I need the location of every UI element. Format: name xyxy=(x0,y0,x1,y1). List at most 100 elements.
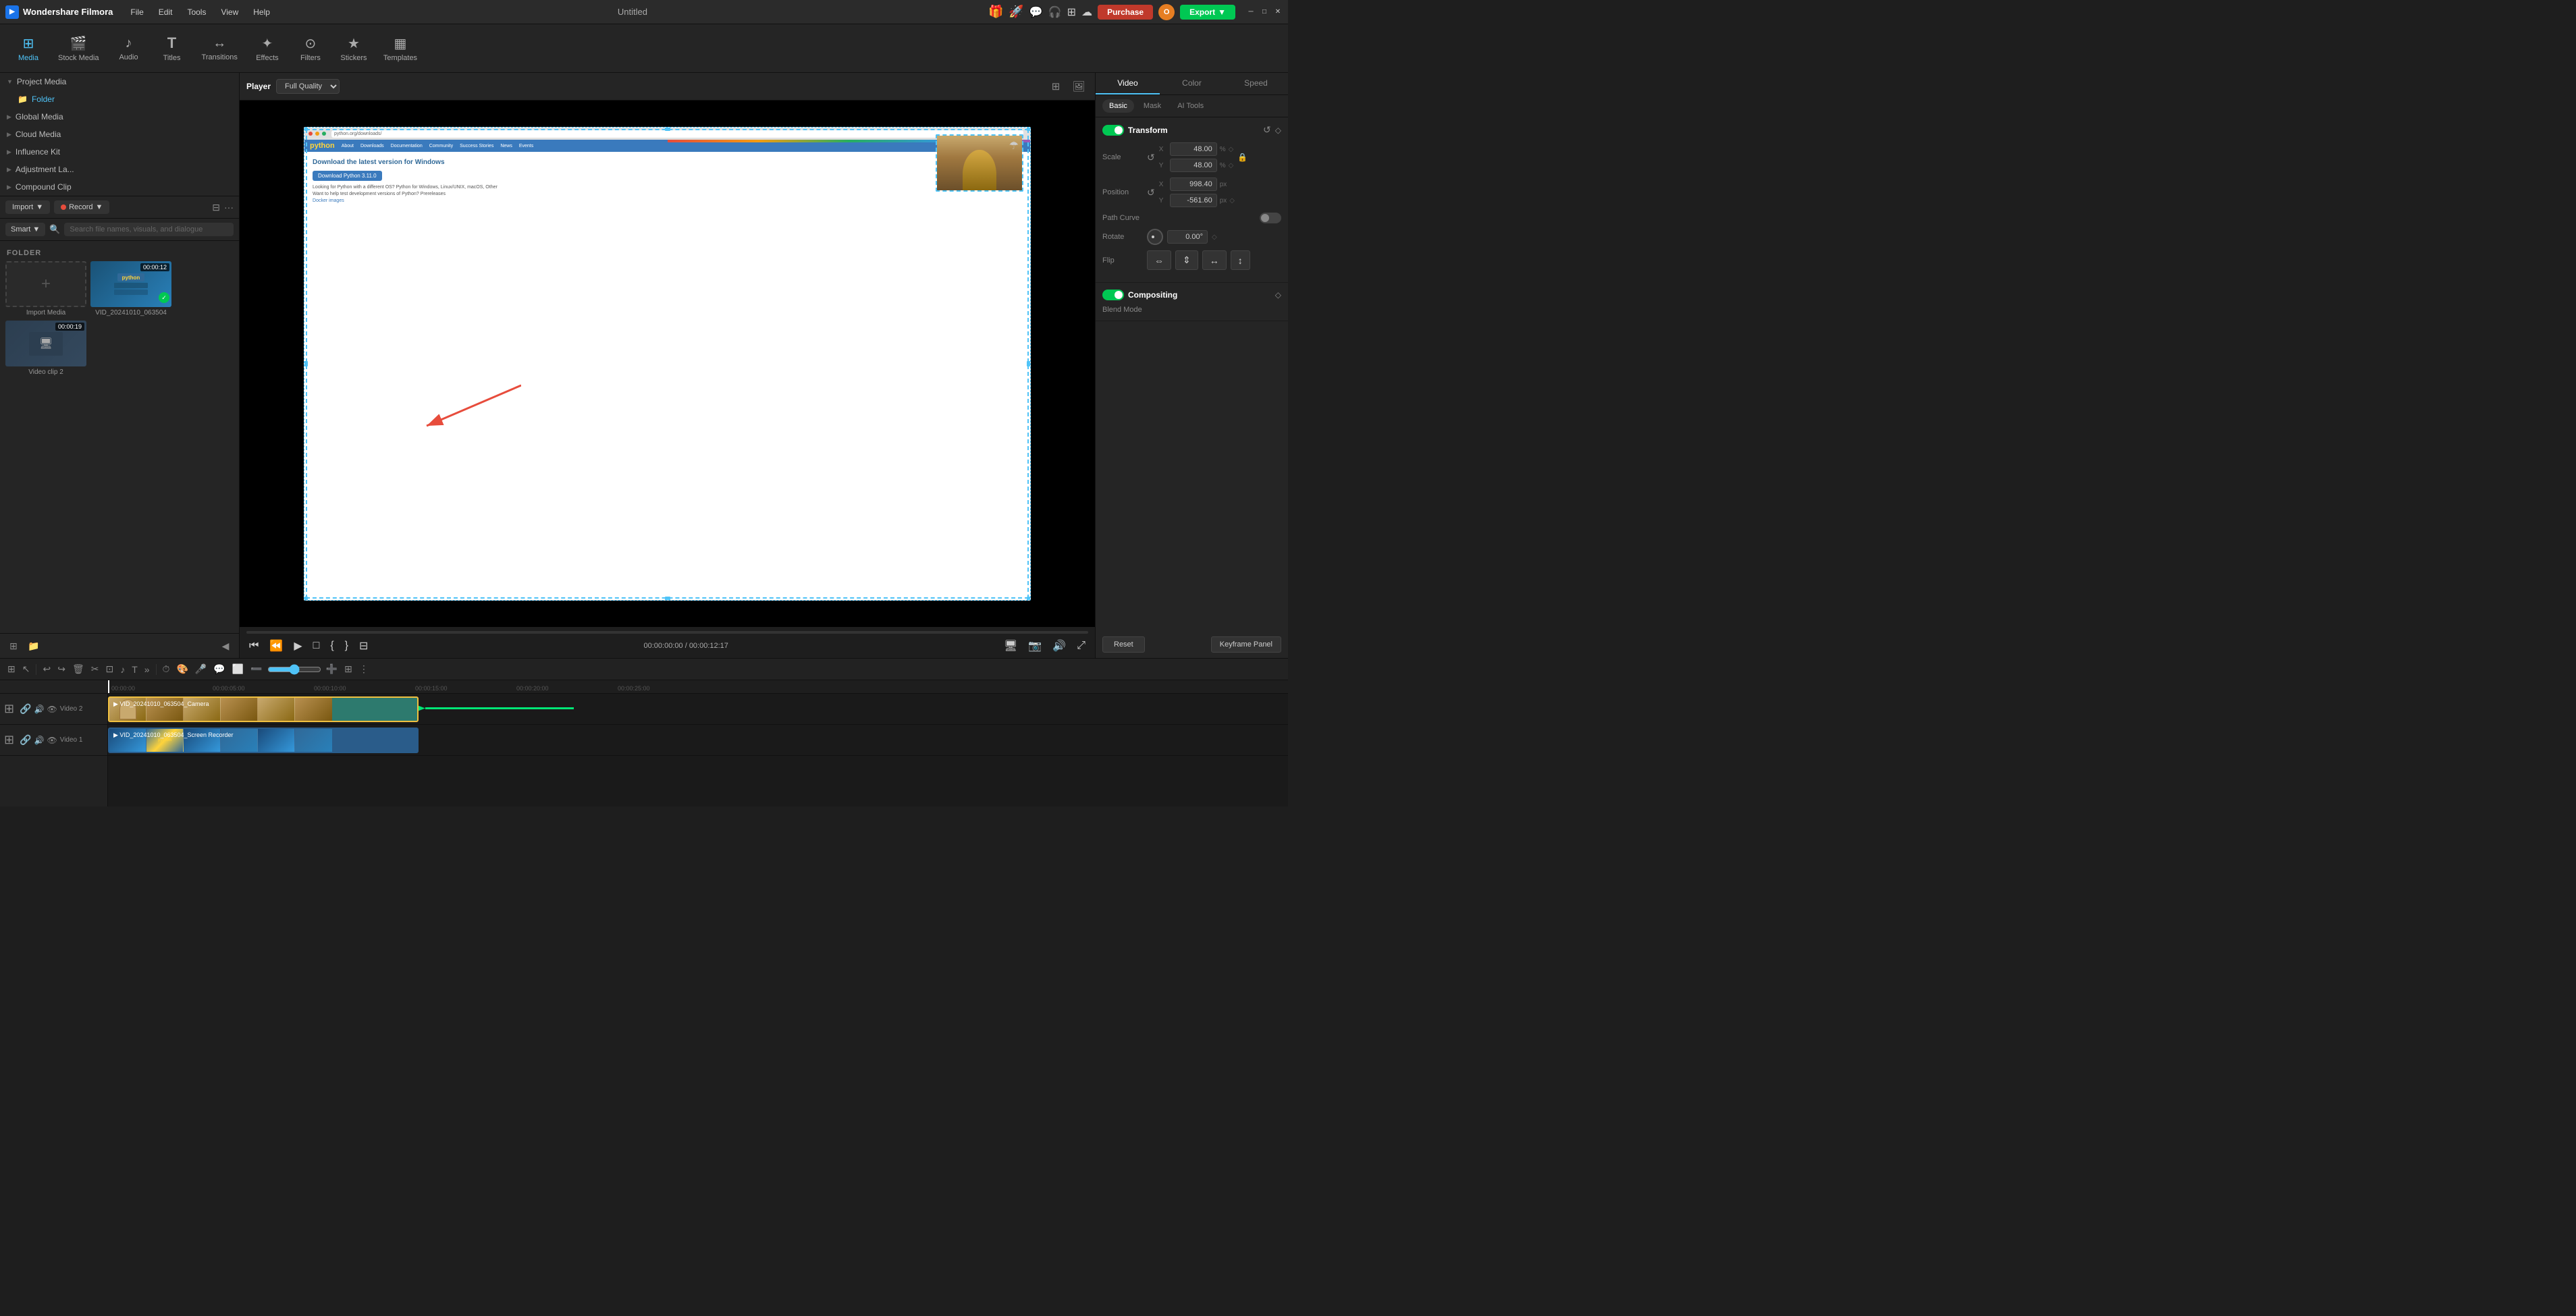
handle-tr[interactable] xyxy=(1027,127,1031,131)
timeline-pip-button[interactable]: ⬜ xyxy=(230,661,246,677)
transform-diamond-icon[interactable]: ◇ xyxy=(1275,126,1281,135)
subtab-mask[interactable]: Mask xyxy=(1137,99,1168,113)
position-reset-icon[interactable]: ↺ xyxy=(1147,187,1155,198)
maximize-button[interactable]: □ xyxy=(1260,7,1269,17)
menu-view[interactable]: View xyxy=(214,5,245,20)
menu-tools[interactable]: Tools xyxy=(180,5,213,20)
path-curve-toggle[interactable] xyxy=(1260,213,1281,223)
track-link-icon-2[interactable]: 🔗 xyxy=(20,734,31,746)
grid-view-icon[interactable]: ⊞ xyxy=(1046,77,1065,96)
caption-icon[interactable]: 💬 xyxy=(1029,5,1043,19)
tree-cloud-media[interactable]: ▶ Cloud Media xyxy=(0,126,239,143)
tool-media[interactable]: ⊞ Media xyxy=(8,31,49,66)
rotate-knob[interactable] xyxy=(1147,229,1163,245)
menu-edit[interactable]: Edit xyxy=(152,5,180,20)
tool-stickers[interactable]: ★ Stickers xyxy=(333,31,374,66)
timeline-grid-button[interactable]: ⊞ xyxy=(342,661,354,677)
mark-in-button[interactable]: { xyxy=(327,638,336,653)
position-y-diamond[interactable]: ◇ xyxy=(1229,197,1235,204)
align-button[interactable]: ⊟ xyxy=(356,638,371,654)
scale-x-diamond[interactable]: ◇ xyxy=(1229,146,1234,153)
compositing-diamond[interactable]: ◇ xyxy=(1275,290,1281,300)
track-add-icon[interactable]: ⊞ xyxy=(4,702,14,716)
track-link-icon[interactable]: 🔗 xyxy=(20,703,31,715)
snapshot-button[interactable]: 📷 xyxy=(1025,638,1044,654)
filter-icon[interactable]: ⊟ xyxy=(212,202,220,213)
flip-horizontal-button[interactable]: ⇔ xyxy=(1147,250,1171,270)
more-options-icon[interactable]: ··· xyxy=(224,202,234,213)
menu-file[interactable]: File xyxy=(124,5,150,20)
timeline-mic-button[interactable]: 🎤 xyxy=(193,661,209,677)
import-button[interactable]: Import ▼ xyxy=(5,200,50,214)
quality-select[interactable]: Full Quality 1/2 Quality 1/4 Quality xyxy=(276,79,340,94)
tool-transitions[interactable]: ↔ Transitions xyxy=(195,32,244,65)
track-mute-icon-2[interactable]: 🔊 xyxy=(34,736,45,745)
tree-compound-clip[interactable]: ▶ Compound Clip xyxy=(0,178,239,196)
clip-video2[interactable]: ▶ VID_20241010_063504_Camera xyxy=(108,696,419,722)
gift-icon[interactable]: 🎁 xyxy=(988,5,1003,19)
timeline-zoom-out-button[interactable]: ➖ xyxy=(248,661,264,677)
loop-button[interactable]: □ xyxy=(311,638,323,653)
tree-folder[interactable]: 📁 Folder xyxy=(11,90,239,108)
scale-y-input[interactable] xyxy=(1170,159,1217,172)
play-button[interactable]: ▶ xyxy=(291,638,304,654)
timeline-cut-button[interactable]: ✂ xyxy=(89,661,101,677)
tree-adjustment-layer[interactable]: ▶ Adjustment La... xyxy=(0,161,239,178)
rocket-icon[interactable]: 🚀 xyxy=(1009,5,1023,19)
fullscreen-preview-button[interactable]: ⤢ xyxy=(1074,638,1088,653)
back-frame-button[interactable]: ⏪ xyxy=(267,638,286,654)
handle-mr[interactable] xyxy=(1027,361,1031,366)
track-add-icon-2[interactable]: ⊞ xyxy=(4,733,14,747)
scale-y-diamond[interactable]: ◇ xyxy=(1229,162,1234,169)
subtab-basic[interactable]: Basic xyxy=(1102,99,1134,113)
tab-color[interactable]: Color xyxy=(1160,73,1224,94)
scale-reset-icon[interactable]: ↺ xyxy=(1147,152,1155,163)
tree-influence-kit[interactable]: ▶ Influence Kit xyxy=(0,143,239,161)
tool-filters[interactable]: ⊙ Filters xyxy=(290,31,331,66)
zoom-slider[interactable] xyxy=(267,664,321,675)
headset-icon[interactable]: 🎧 xyxy=(1048,5,1062,19)
tree-project-media[interactable]: ▼ Project Media xyxy=(0,73,239,90)
progress-bar[interactable] xyxy=(246,631,1088,634)
tool-effects[interactable]: ✦ Effects xyxy=(247,31,288,66)
clip-video1[interactable]: python ▶ VID_20241010_063504_Screen Reco… xyxy=(108,728,419,753)
cloud-icon[interactable]: ☁ xyxy=(1081,5,1092,19)
timeline-color-button[interactable]: 🎨 xyxy=(174,661,190,677)
handle-tl[interactable] xyxy=(304,127,308,131)
track-mute-icon[interactable]: 🔊 xyxy=(34,705,45,714)
grid-icon[interactable]: ⊞ xyxy=(1067,5,1076,19)
tool-stock-media[interactable]: 🎬 Stock Media xyxy=(51,31,106,66)
timeline-menu-button[interactable]: ⋮ xyxy=(357,661,371,677)
timeline-zoom-in-button[interactable]: ➕ xyxy=(324,661,340,677)
flip-h2-button[interactable]: ↔ xyxy=(1202,250,1227,270)
transform-toggle[interactable] xyxy=(1102,125,1124,136)
transform-reset-icon[interactable]: ↺ xyxy=(1263,124,1271,136)
handle-tc[interactable] xyxy=(665,127,670,131)
timeline-crop-button[interactable]: ⊡ xyxy=(103,661,115,677)
fullscreen-icon[interactable]: 🖼 xyxy=(1069,77,1088,96)
position-x-input[interactable] xyxy=(1170,177,1217,191)
import-media-placeholder[interactable]: + Import Media xyxy=(5,261,86,317)
tool-titles[interactable]: T Titles xyxy=(152,30,192,66)
timeline-text-button[interactable]: T xyxy=(130,662,140,677)
export-button[interactable]: Export ▼ xyxy=(1180,5,1235,20)
timeline-more-button[interactable]: » xyxy=(142,662,152,677)
prev-frame-button[interactable]: ⏮ xyxy=(246,638,261,653)
handle-bc[interactable] xyxy=(665,597,670,601)
subtab-ai-tools[interactable]: AI Tools xyxy=(1171,99,1210,113)
timeline-undo-button[interactable]: ↩ xyxy=(41,661,53,677)
menu-help[interactable]: Help xyxy=(246,5,277,20)
tool-templates[interactable]: ▦ Templates xyxy=(377,31,424,66)
folder-add-icon[interactable]: 📁 xyxy=(26,638,42,654)
timeline-redo-button[interactable]: ↪ xyxy=(55,661,68,677)
rotate-input[interactable] xyxy=(1167,230,1208,244)
handle-br[interactable] xyxy=(1027,597,1031,601)
timeline-speed-button[interactable]: ⏱ xyxy=(161,661,172,677)
close-button[interactable]: ✕ xyxy=(1273,7,1283,17)
media-item-2[interactable]: 🖥 00:00:19 Video clip 2 xyxy=(5,321,86,376)
track-visible-icon-2[interactable]: 👁 xyxy=(47,736,57,745)
flip-v2-button[interactable]: ↕ xyxy=(1231,250,1250,270)
reset-button[interactable]: Reset xyxy=(1102,636,1145,653)
timeline-delete-button[interactable]: 🗑 xyxy=(70,661,86,677)
purchase-button[interactable]: Purchase xyxy=(1098,5,1153,20)
